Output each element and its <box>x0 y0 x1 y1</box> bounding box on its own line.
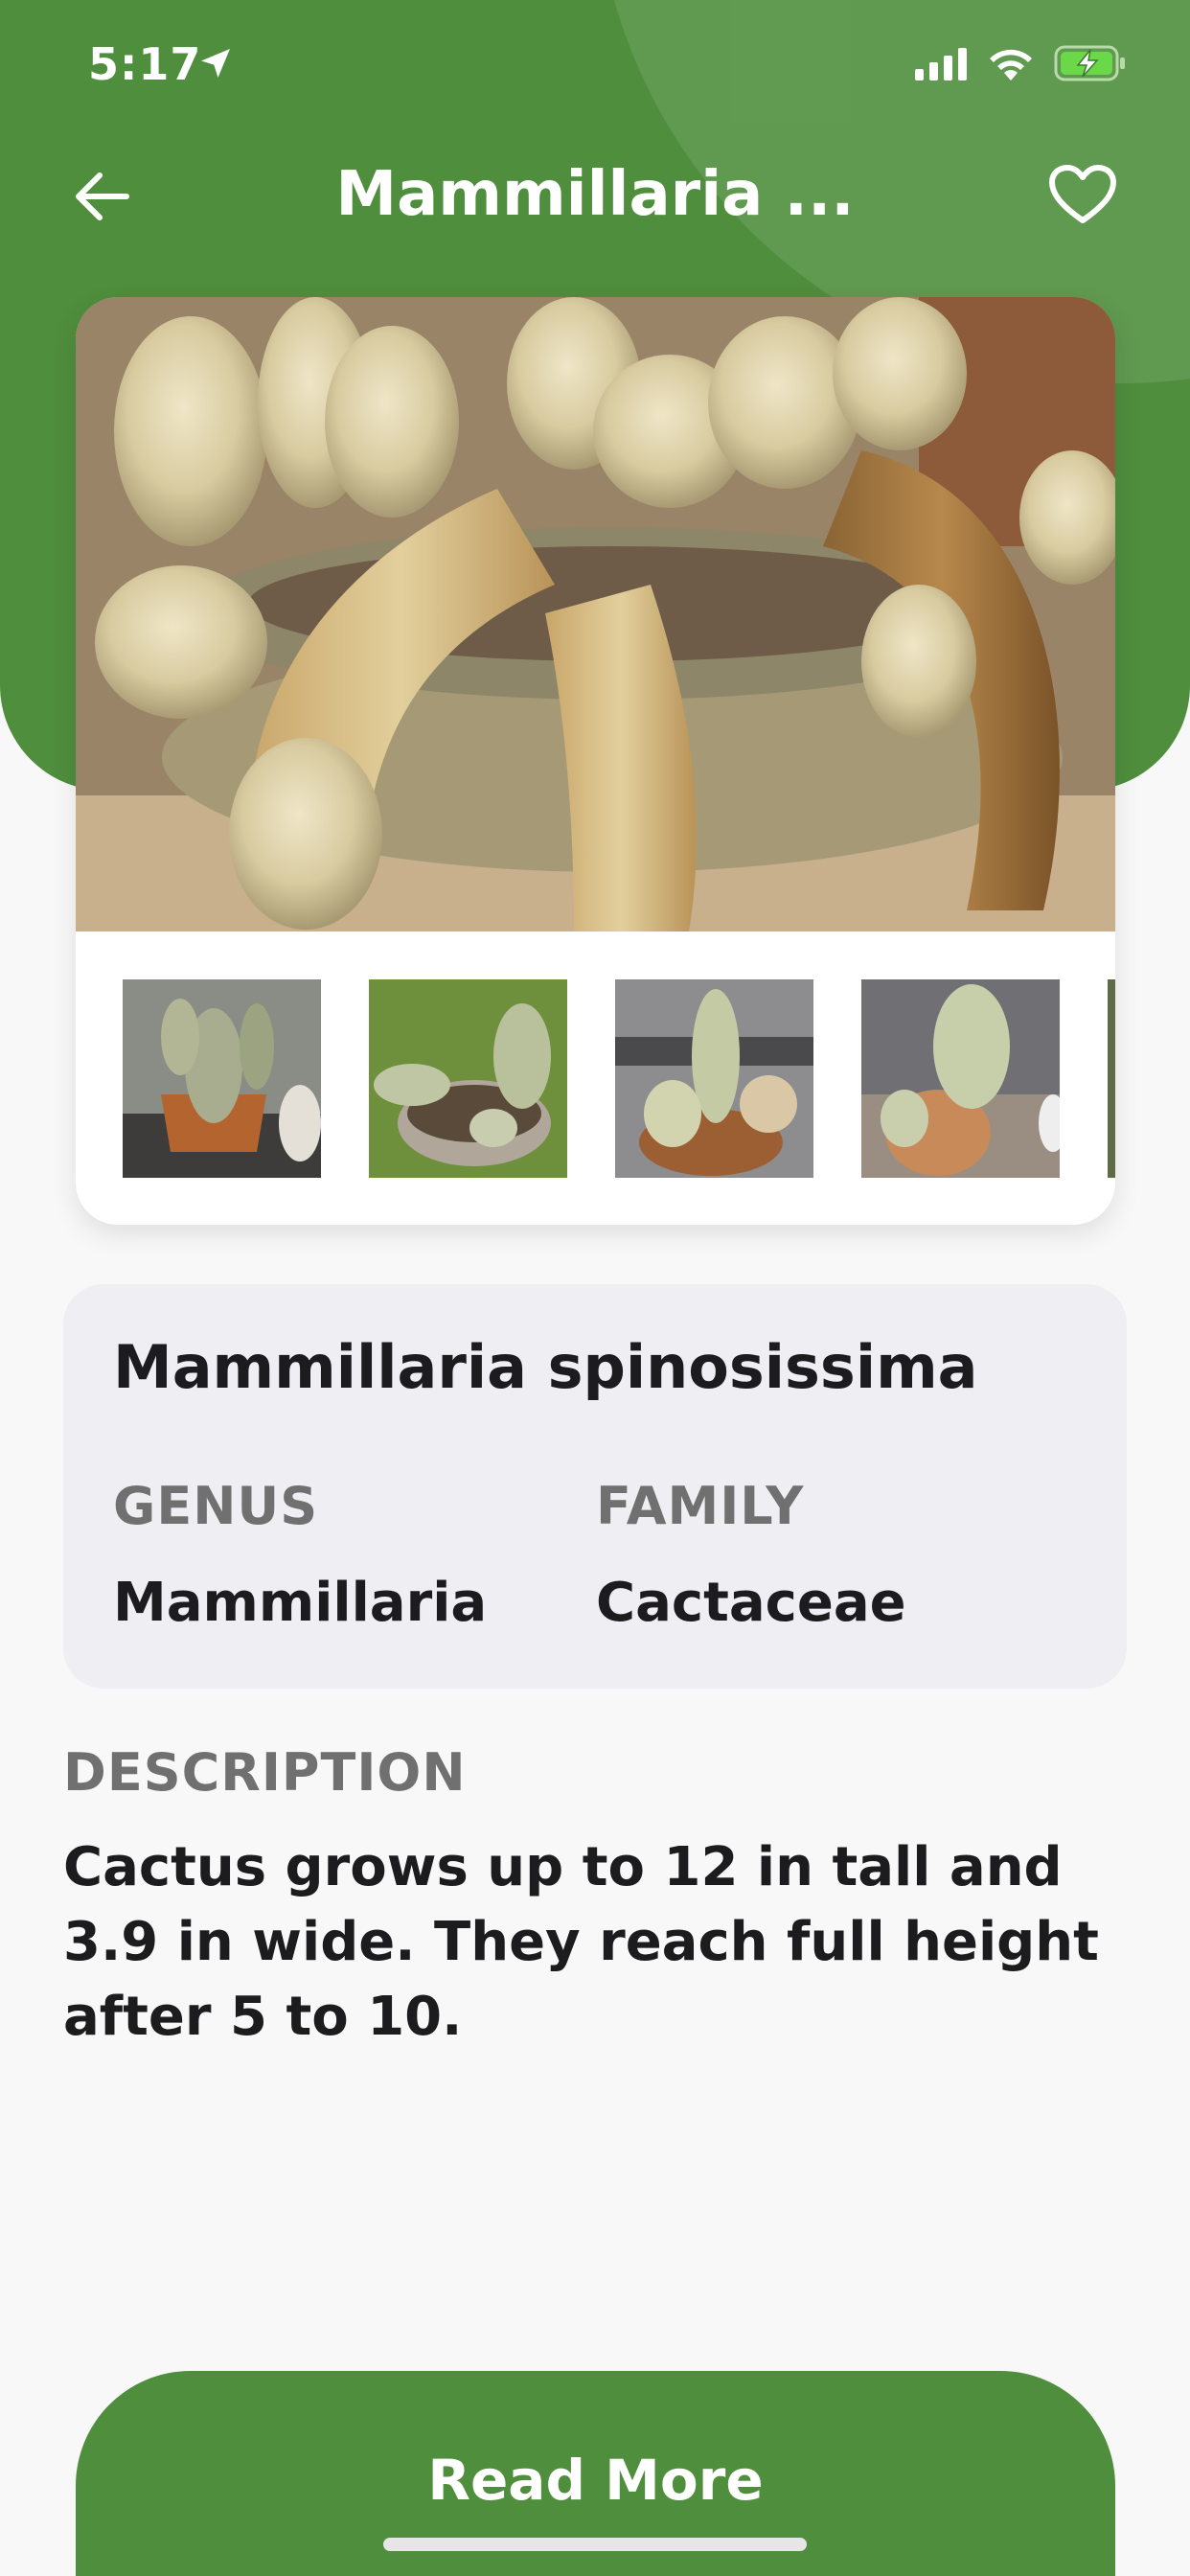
status-time: 5:17 <box>88 38 202 90</box>
heart-outline-icon <box>1049 165 1116 223</box>
family-value: Cactaceae <box>596 1572 906 1634</box>
location-arrow-icon <box>196 44 235 86</box>
battery-charging-icon <box>1054 44 1127 86</box>
thumbnail-2[interactable] <box>369 979 567 1178</box>
description-heading: DESCRIPTION <box>63 1742 467 1803</box>
genus-value: Mammillaria <box>113 1572 488 1634</box>
thumbnail-strip[interactable] <box>76 979 1115 1178</box>
thumbnail-5[interactable] <box>1108 979 1115 1178</box>
photo-gallery-card <box>76 297 1115 1225</box>
thumbnail-1[interactable] <box>123 979 321 1178</box>
home-indicator[interactable] <box>383 2538 807 2551</box>
back-button[interactable] <box>69 163 136 230</box>
arrow-left-icon <box>76 172 129 220</box>
species-name: Mammillaria spinosissima <box>113 1332 978 1402</box>
read-more-label: Read More <box>427 2448 764 2513</box>
favorite-button[interactable] <box>1044 161 1121 230</box>
genus-label: GENUS <box>113 1476 319 1536</box>
page-title: Mammillaria ... <box>335 159 855 230</box>
description-text: Cactus grows up to 12 in tall and 3.9 in… <box>63 1836 1099 2048</box>
thumbnail-4[interactable] <box>861 979 1060 1178</box>
wifi-icon <box>987 44 1035 86</box>
cellular-signal-icon <box>915 48 969 84</box>
family-label: FAMILY <box>596 1476 805 1536</box>
cactus-main-photo[interactable] <box>76 297 1115 932</box>
thumbnail-3[interactable] <box>615 979 813 1178</box>
plant-info-card: Mammillaria spinosissima GENUS Mammillar… <box>63 1284 1127 1689</box>
